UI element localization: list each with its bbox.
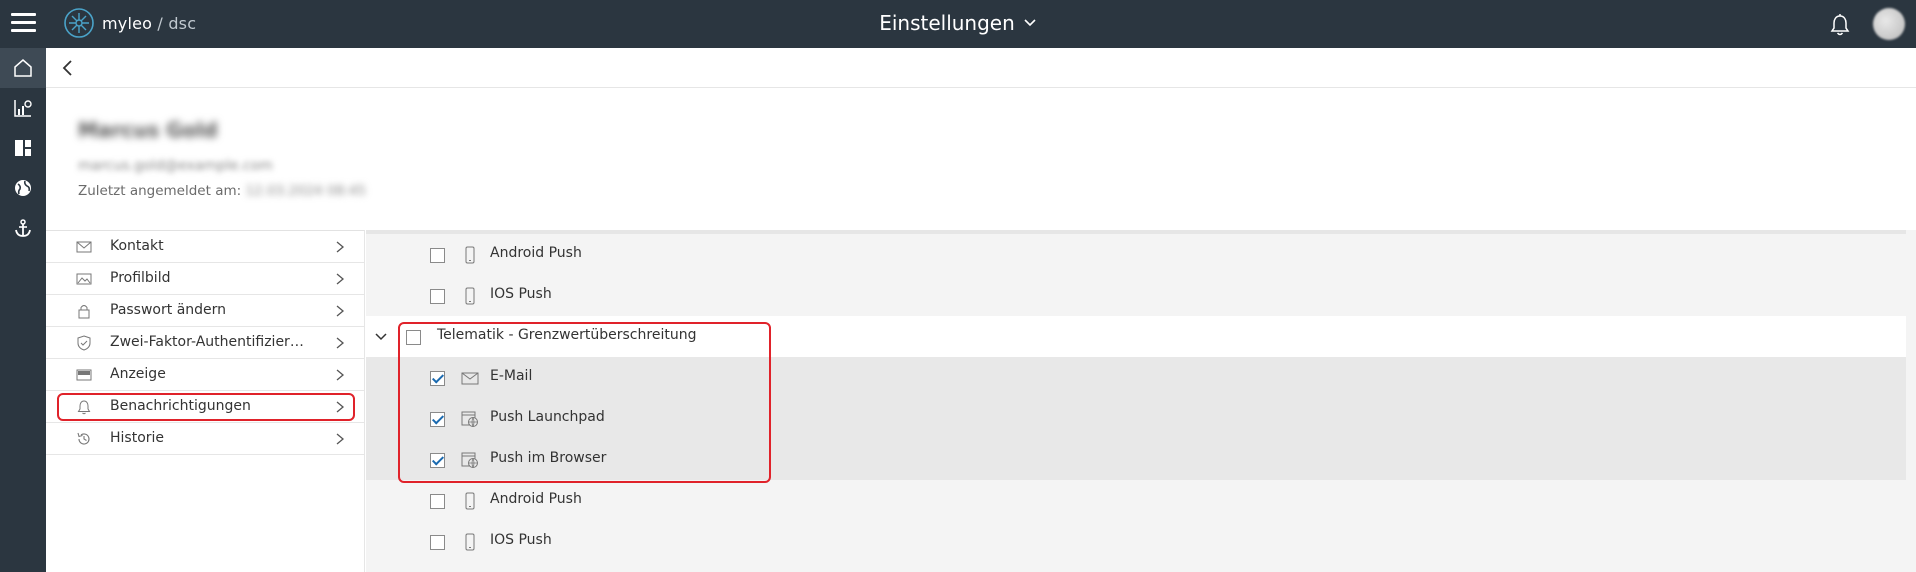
row-checkbox[interactable] xyxy=(430,494,445,509)
notification-row: Android Push xyxy=(366,234,1906,275)
anchor-icon xyxy=(15,219,31,237)
logo-mark-icon xyxy=(64,8,94,38)
sub-header xyxy=(46,48,1916,88)
row-checkbox[interactable] xyxy=(430,535,445,550)
rail-anchor[interactable] xyxy=(0,208,46,248)
rail-home[interactable] xyxy=(0,48,46,88)
profile-last-login: Zuletzt angemeldet am: 12.03.2024 08:45 xyxy=(78,183,366,199)
row-label: E-Mail xyxy=(490,368,533,384)
rail-dashboard[interactable] xyxy=(0,128,46,168)
profile-name: Marcus Gold xyxy=(78,118,218,142)
chevron-right-icon xyxy=(336,273,345,285)
notification-row: IOS Push xyxy=(366,275,1906,316)
row-label: Android Push xyxy=(490,491,582,507)
shield-icon xyxy=(77,335,91,351)
envelope-icon xyxy=(76,241,92,253)
row-label: Push Launchpad xyxy=(490,409,605,425)
menu-item-historie[interactable]: Historie xyxy=(46,423,364,455)
chevron-right-icon xyxy=(336,401,345,413)
phone-icon xyxy=(465,287,475,305)
dashboard-icon xyxy=(15,140,31,156)
row-checkbox[interactable] xyxy=(430,371,445,386)
menu-item-label: Anzeige xyxy=(110,366,166,382)
notification-row: Push im Browser xyxy=(366,439,1906,480)
chevron-down-icon[interactable] xyxy=(374,330,388,344)
chevron-right-icon xyxy=(336,337,345,349)
notification-row: Push Launchpad xyxy=(366,398,1906,439)
history-icon xyxy=(77,432,90,445)
phone-icon xyxy=(465,246,475,264)
row-checkbox[interactable] xyxy=(430,289,445,304)
row-checkbox[interactable] xyxy=(430,248,445,263)
menu-item-passwort[interactable]: Passwort ändern xyxy=(46,295,364,327)
nav-rail xyxy=(0,48,46,572)
last-login-value: 12.03.2024 08:45 xyxy=(245,183,366,199)
chevron-right-icon xyxy=(336,433,345,445)
chevron-right-icon xyxy=(336,241,345,253)
user-avatar[interactable] xyxy=(1873,8,1905,40)
image-icon xyxy=(76,273,92,285)
menu-item-label: Benachrichtigungen xyxy=(110,398,251,414)
notification-row: IOS Push xyxy=(366,521,1906,562)
page-title-dropdown[interactable]: Einstellungen xyxy=(879,11,1037,35)
menu-item-label: Kontakt xyxy=(110,238,164,254)
display-icon xyxy=(76,369,92,381)
chevron-down-icon xyxy=(1024,19,1036,27)
menu-item-label: Zwei-Faktor-Authentifizierung xyxy=(110,334,310,350)
chevron-right-icon xyxy=(336,369,345,381)
menu-item-profilbild[interactable]: Profilbild xyxy=(46,263,364,295)
page-title-container: Einstellungen xyxy=(0,11,1916,35)
envelope-icon xyxy=(461,372,479,385)
rail-globe[interactable] xyxy=(0,168,46,208)
profile-email: marcus.gold@example.com xyxy=(78,158,273,174)
home-icon xyxy=(14,59,32,77)
menu-item-benachrichtigungen[interactable]: Benachrichtigungen xyxy=(46,391,364,423)
menu-item-label: Profilbild xyxy=(110,270,171,286)
top-bar: myleo / dsc Einstellungen xyxy=(0,0,1916,48)
lock-icon xyxy=(78,305,90,319)
web-push-icon xyxy=(461,452,478,468)
row-label: IOS Push xyxy=(490,286,552,302)
profile-header: Marcus Gold marcus.gold@example.com Zule… xyxy=(46,88,1916,230)
rail-analytics[interactable] xyxy=(0,88,46,128)
app-logo[interactable]: myleo / dsc xyxy=(63,7,196,39)
notifications-panel: Android Push IOS Push Telematik - Grenzw… xyxy=(366,230,1916,572)
settings-menu: Kontakt Profilbild Passwort ändern Zwei-… xyxy=(46,230,365,572)
logo-text: myleo / dsc xyxy=(102,13,197,33)
phone-icon xyxy=(465,492,475,510)
web-push-icon xyxy=(461,411,478,427)
chevron-right-icon xyxy=(336,305,345,317)
menu-item-kontakt[interactable]: Kontakt xyxy=(46,231,364,263)
row-label: IOS Push xyxy=(490,532,552,548)
bell-icon xyxy=(77,400,91,415)
menu-item-zwei-faktor[interactable]: Zwei-Faktor-Authentifizierung xyxy=(46,327,364,359)
menu-item-label: Historie xyxy=(110,430,165,446)
notification-row: Android Push xyxy=(366,480,1906,521)
menu-item-label: Passwort ändern xyxy=(110,302,227,318)
globe-icon xyxy=(15,180,31,196)
row-checkbox[interactable] xyxy=(430,412,445,427)
menu-item-anzeige[interactable]: Anzeige xyxy=(46,359,364,391)
notification-group-row: Telematik - Grenzwertüberschreitung xyxy=(366,316,1906,357)
menu-hamburger-icon[interactable] xyxy=(11,13,36,33)
group-checkbox[interactable] xyxy=(406,330,421,345)
notification-row: E-Mail xyxy=(366,357,1906,398)
analytics-icon xyxy=(14,100,32,117)
page-title: Einstellungen xyxy=(879,11,1015,35)
last-login-label: Zuletzt angemeldet am: xyxy=(78,183,242,199)
back-arrow-icon[interactable] xyxy=(58,58,78,78)
row-label: Push im Browser xyxy=(490,450,607,466)
notifications-bell-icon[interactable] xyxy=(1829,13,1851,37)
group-label: Telematik - Grenzwertüberschreitung xyxy=(437,327,697,343)
phone-icon xyxy=(465,533,475,551)
row-label: Android Push xyxy=(490,245,582,261)
row-checkbox[interactable] xyxy=(430,453,445,468)
